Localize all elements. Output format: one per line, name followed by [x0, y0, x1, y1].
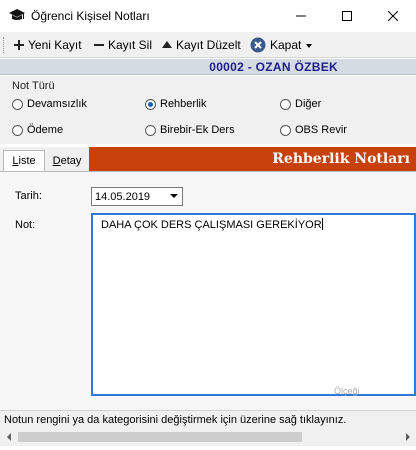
tab-liste-label: iste — [18, 155, 36, 167]
notes-header-title: Rehberlik Notları — [272, 151, 410, 167]
scroll-thumb[interactable] — [18, 432, 302, 442]
radio-circle — [280, 98, 291, 110]
tab-detay-mnemonic: D — [52, 155, 61, 167]
faded-hint: Ölçeği — [334, 386, 360, 396]
radio-circle — [12, 124, 23, 136]
date-picker[interactable]: 14.05.2019 — [91, 187, 183, 206]
tab-detay-label: etay — [60, 155, 82, 167]
note-type-title: Not Türü — [12, 80, 55, 92]
note-type-group: Not Türü Devamsızlık Rehberlik Diğer Öde… — [0, 76, 416, 144]
scroll-left-button[interactable] — [0, 428, 17, 446]
tab-bar: Liste Detay Rehberlik Notları — [0, 147, 416, 171]
chevron-down-icon[interactable] — [170, 194, 178, 198]
date-value: 14.05.2019 — [95, 190, 151, 203]
minimize-icon — [296, 15, 306, 17]
maximize-icon — [342, 11, 352, 21]
graduation-cap-icon — [9, 9, 25, 20]
notes-header: Rehberlik Notları — [89, 147, 416, 171]
radio-circle — [145, 124, 156, 136]
radio-label: Devamsızlık — [27, 98, 87, 110]
status-text: Notun rengini ya da kategorisini değişti… — [4, 414, 347, 426]
record-bar: 00002 - OZAN ÖZBEK — [0, 59, 416, 75]
detail-panel: Tarih: 14.05.2019 Not: DAHA ÇOK DERS ÇAL… — [0, 171, 416, 410]
radio-circle — [280, 124, 291, 136]
title-bar: Öğrenci Kişisel Notları — [0, 0, 416, 32]
new-record-label: Yeni Kayıt — [28, 38, 82, 52]
horizontal-scrollbar[interactable] — [0, 428, 416, 446]
text-caret — [321, 218, 323, 230]
radio-label: Diğer — [295, 98, 322, 110]
maximize-button[interactable] — [324, 0, 370, 32]
new-record-button[interactable]: Yeni Kayıt — [14, 36, 82, 54]
tab-liste[interactable]: Liste — [3, 150, 45, 171]
tab-detay[interactable]: Detay — [48, 152, 86, 170]
radio-devamsizlik[interactable]: Devamsızlık — [12, 98, 87, 110]
date-label: Tarih: — [15, 190, 42, 202]
chevron-left-icon — [6, 433, 11, 441]
edit-record-label: Kayıt Düzelt — [176, 38, 241, 52]
scroll-right-button[interactable] — [399, 428, 416, 446]
radio-label: Rehberlik — [160, 98, 207, 110]
close-window-button[interactable] — [370, 0, 416, 32]
delete-record-button[interactable]: Kayıt Sil — [94, 36, 152, 54]
close-icon — [388, 11, 398, 21]
minus-icon — [94, 44, 104, 46]
radio-label: OBS Revir — [295, 124, 347, 136]
status-bar: Notun rengini ya da kategorisini değişti… — [0, 410, 416, 428]
record-label: 00002 - OZAN ÖZBEK — [209, 60, 338, 74]
radio-label: Birebir-Ek Ders — [160, 124, 235, 136]
toolbar-grip[interactable] — [3, 37, 6, 53]
close-circle-icon — [250, 37, 266, 53]
note-textarea[interactable]: DAHA ÇOK DERS ÇALIŞMASI GEREKİYOR — [91, 213, 416, 396]
radio-rehberlik[interactable]: Rehberlik — [145, 98, 206, 110]
radio-birebir-ek-ders[interactable]: Birebir-Ek Ders — [145, 124, 235, 136]
radio-label: Ödeme — [27, 124, 64, 136]
chevron-right-icon — [405, 433, 410, 441]
radio-diger[interactable]: Diğer — [280, 98, 321, 110]
close-form-label: Kapat — [270, 38, 302, 52]
triangle-up-icon — [162, 41, 172, 48]
edit-record-button[interactable]: Kayıt Düzelt — [162, 36, 241, 54]
window-title: Öğrenci Kişisel Notları — [31, 9, 150, 23]
note-label: Not: — [15, 219, 36, 231]
toolbar: Yeni Kayıt Kayıt Sil Kayıt Düzelt Kapat — [0, 32, 416, 58]
plus-icon — [14, 40, 24, 50]
radio-circle — [12, 98, 23, 110]
radio-odeme[interactable]: Ödeme — [12, 124, 63, 136]
minimize-button[interactable] — [278, 0, 324, 32]
close-form-button[interactable]: Kapat — [250, 36, 301, 54]
radio-obs-revir[interactable]: OBS Revir — [280, 124, 347, 136]
note-text: DAHA ÇOK DERS ÇALIŞMASI GEREKİYOR — [101, 219, 322, 231]
toolbar-overflow-icon[interactable] — [306, 42, 314, 50]
delete-record-label: Kayıt Sil — [108, 38, 153, 52]
radio-circle-selected — [145, 98, 156, 110]
